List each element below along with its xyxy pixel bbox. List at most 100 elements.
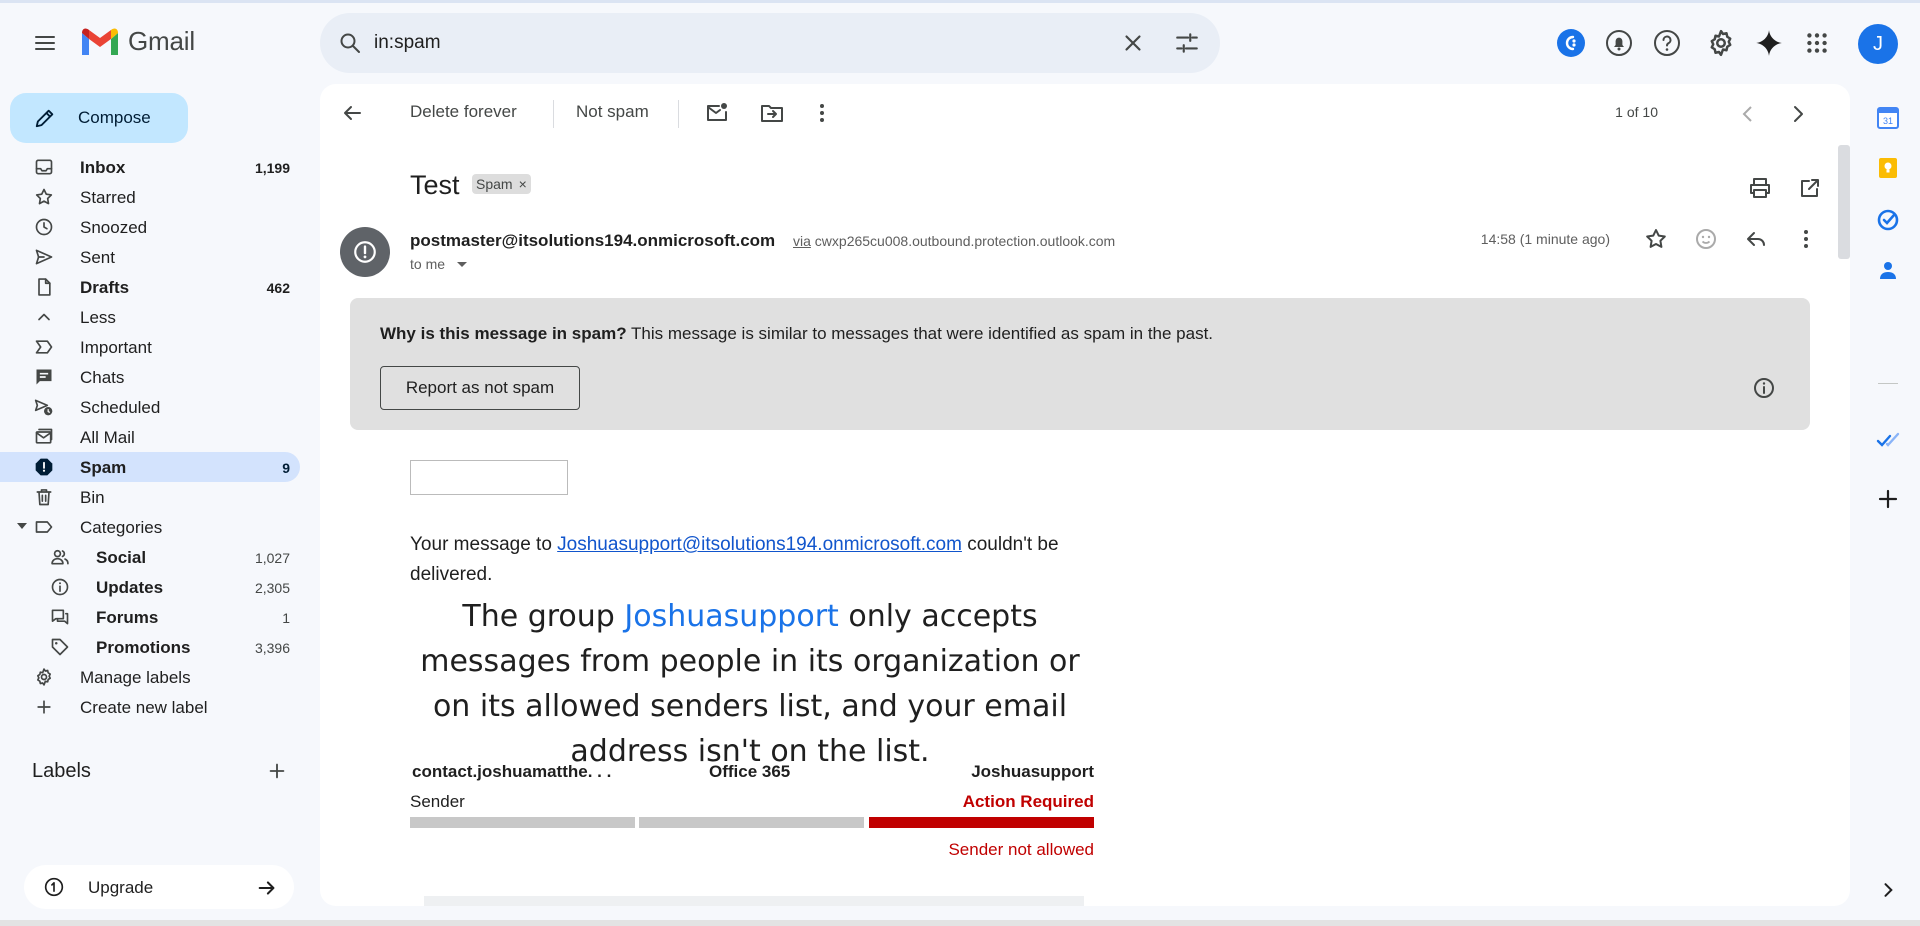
gear-icon [37,668,52,686]
delete-forever-button[interactable]: Delete forever [410,102,517,122]
sidebar-item-count: 1,199 [254,160,290,176]
search-bar [320,13,1220,73]
flow-dest-name: Joshuasupport [971,762,1094,781]
add-label-button[interactable] [266,760,288,782]
keep-app-button[interactable] [1872,152,1904,184]
sidebar-item-label: Spam [80,458,127,477]
account-avatar[interactable]: J [1858,24,1898,64]
sidebar-item-sent[interactable]: Sent [0,242,300,272]
tasks-checklist-button[interactable] [1872,424,1904,456]
gmail-logo[interactable]: Gmail [80,26,195,57]
sidebar-item-less[interactable]: Less [0,302,300,332]
back-button[interactable] [340,101,364,125]
sidebar-item-chats[interactable]: Chats [0,362,300,392]
spam-info-button[interactable] [1752,376,1776,400]
labels-header: Labels [32,760,91,782]
content-divider [424,896,1084,906]
svg-text:31: 31 [1883,116,1893,126]
newer-button[interactable] [1736,102,1760,126]
sender-email: postmaster@itsolutions194.onmicrosoft.co… [410,231,776,250]
main-menu-button[interactable] [26,26,64,60]
sidebar-item-drafts[interactable]: Drafts 462 [0,272,300,302]
message-scrollbar[interactable] [1838,145,1850,259]
sidebar-item-spam[interactable]: Spam 9 [0,452,300,482]
sidebar-item-label: Scheduled [80,398,161,417]
arrow-left-icon [344,106,361,120]
via-link[interactable]: via [793,233,811,249]
sender-avatar [340,227,390,277]
search-button[interactable] [338,31,362,55]
help-button[interactable] [1646,22,1688,64]
apps-button[interactable] [1796,22,1838,64]
hide-side-panel-button[interactable] [1872,874,1904,906]
status-button[interactable] [1550,22,1592,64]
sidebar-item-label: Promotions [96,638,191,657]
sidebar-item-label: Forums [96,608,159,627]
search-input[interactable] [374,27,1074,59]
print-button[interactable] [1748,176,1772,200]
upgrade-label: Upgrade [88,878,154,897]
sidebar-item-all-mail[interactable]: All Mail [0,422,300,452]
gemini-button[interactable] [1748,22,1790,64]
add-reaction-button[interactable] [1694,227,1718,251]
move-to-button[interactable] [760,101,784,125]
sidebar-item-updates[interactable]: Updates 2,305 [0,572,300,602]
sidebar-item-important[interactable]: Important [0,332,300,362]
more-vert-icon [820,104,824,122]
plus-icon [269,763,285,779]
settings-button[interactable] [1700,22,1742,64]
sidebar-item-scheduled[interactable]: Scheduled [0,392,300,422]
sidebar-item-label: Social [96,548,147,567]
flow-server-bar [639,817,864,828]
clear-search-button[interactable] [1120,30,1146,56]
sidebar-item-bin[interactable]: Bin [0,482,300,512]
sidebar-item-starred[interactable]: Starred [0,182,300,212]
calendar-app-button[interactable]: 31 [1872,102,1904,134]
more-actions-button[interactable] [810,101,834,125]
all-mail-icon [35,428,53,444]
notifications-button[interactable] [1598,22,1640,64]
upgrade-button[interactable]: Upgrade [24,865,294,909]
sidebar-item-forums[interactable]: Forums 1 [0,602,300,632]
compose-button[interactable]: Compose [10,93,188,143]
close-icon [1125,35,1141,51]
remove-label-button[interactable]: × [519,176,527,192]
sidebar-item-inbox[interactable]: Inbox 1,199 [0,152,300,182]
sidebar-item-categories[interactable]: Categories [0,512,300,542]
sparkle-icon [1756,30,1782,56]
sidebar-item-snoozed[interactable]: Snoozed [0,212,300,242]
star-button[interactable] [1644,227,1668,251]
sidebar-item-label: Sent [80,248,115,267]
not-spam-button[interactable]: Not spam [576,102,649,122]
contacts-app-button[interactable] [1872,254,1904,286]
sidebar-item-label: Categories [80,518,163,537]
sidebar-item-promotions[interactable]: Promotions 3,396 [0,632,300,662]
sidebar-item-create-label[interactable]: Create new label [0,692,300,722]
message-more-button[interactable] [1794,227,1818,251]
spam-label-chip: Spam × [472,174,531,194]
bottom-strip [0,920,1920,926]
status-icon [1557,29,1585,57]
chip-label: Spam [476,176,513,192]
mark-unread-button[interactable] [705,101,729,125]
open-new-window-button[interactable] [1798,176,1822,200]
more-vert-icon [1804,230,1808,248]
tag-icon [51,638,69,656]
reply-button[interactable] [1744,227,1768,251]
expand-caret-icon[interactable] [17,523,27,529]
get-addons-button[interactable] [1872,483,1904,515]
sidebar-item-manage-labels[interactable]: Manage labels [0,662,300,692]
recipient-details[interactable]: to me [410,256,468,272]
tasks-app-button[interactable] [1872,204,1904,236]
message-toolbar: Delete forever Not spam 1 of 10 [320,84,1850,142]
flow-sender-bar [410,817,635,828]
sidebar-item-label: Updates [96,578,164,597]
spam-reason-text: This message is similar to messages that… [626,324,1214,343]
sidebar-item-social[interactable]: Social 1,027 [0,542,300,572]
recipient-email-link[interactable]: Joshuasupport@itsolutions194.onmicrosoft… [557,534,962,555]
search-options-button[interactable] [1174,30,1200,56]
report-not-spam-button[interactable]: Report as not spam [380,366,580,410]
star-icon [35,188,53,205]
plus-icon [37,700,51,714]
older-button[interactable] [1786,102,1810,126]
